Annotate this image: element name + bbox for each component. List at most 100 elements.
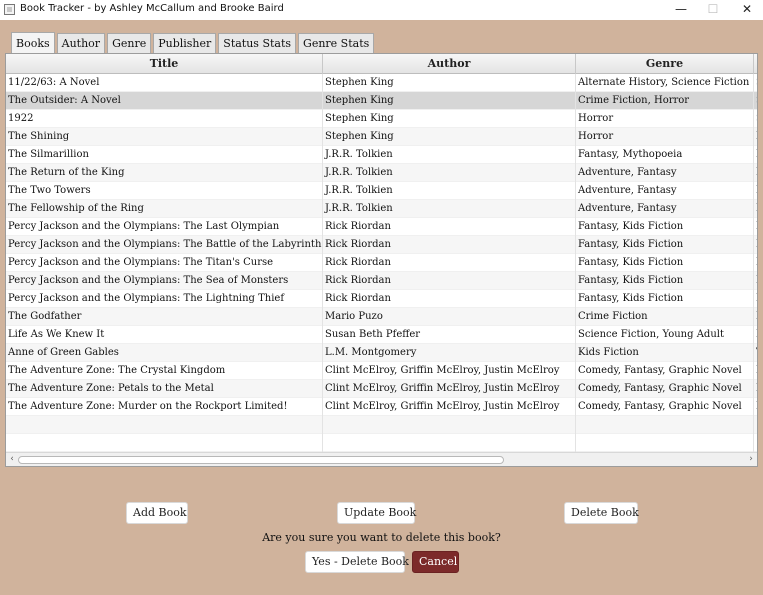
cell-next: D [754,236,757,254]
cell-next: D [754,272,757,290]
table-row[interactable]: 11/22/63: A Novel Stephen King Alternate H… [6,74,757,92]
table-row[interactable]: The Outsider: A Novel Stephen King Crime F… [6,92,757,110]
cell-next [754,434,757,452]
cell-title: The Godfather [6,308,323,326]
cell-next: D [754,218,757,236]
delete-book-button[interactable]: Delete Book [564,502,639,524]
table-row[interactable]: The Two Towers J.R.R. Tolkien Adventure, F… [6,182,757,200]
column-header-genre[interactable]: Genre [576,54,754,74]
table-row[interactable]: The Adventure Zone: Murder on the Rockpo… [6,398,757,416]
cell-next: D [754,290,757,308]
cell-genre: Comedy, Fantasy, Graphic Novel [576,398,754,416]
table-row[interactable] [6,434,757,452]
cell-genre: Comedy, Fantasy, Graphic Novel [576,380,754,398]
close-button[interactable]: ✕ [732,0,762,20]
table-body: 11/22/63: A Novel Stephen King Alternate H… [6,74,757,452]
scroll-left-icon[interactable]: ‹ [6,453,18,466]
tab-publisher[interactable]: Publisher [153,33,217,53]
table-row[interactable]: Percy Jackson and the Olympians: The Sea… [6,272,757,290]
tab-status-stats[interactable]: Status Stats [218,33,297,53]
cell-title: The Silmarillion [6,146,323,164]
cell-title: The Adventure Zone: The Crystal Kingdom [6,362,323,380]
cell-title [6,434,323,452]
cell-genre [576,416,754,434]
cell-genre: Horror [576,110,754,128]
cell-author: L.M. Montgomery [323,344,576,362]
cell-next: D [754,254,757,272]
tab-genre-stats[interactable]: Genre Stats [298,33,375,53]
column-header-author[interactable]: Author [323,54,576,74]
add-book-button[interactable]: Add Book [126,502,188,524]
cell-genre: Fantasy, Kids Fiction [576,254,754,272]
table-row[interactable]: Percy Jackson and the Olympians: The Lig… [6,290,757,308]
cell-author: Rick Riordan [323,290,576,308]
cell-next: T [754,344,757,362]
table-row[interactable]: The Adventure Zone: Petals to the Metal C… [6,380,757,398]
cell-genre: Alternate History, Science Fiction [576,74,754,92]
tab-genre[interactable]: Genre [107,33,152,53]
cell-genre: Horror [576,128,754,146]
cell-author: Stephen King [323,128,576,146]
table-row[interactable]: The ShiningStephen KingHorrorF [6,128,757,146]
cell-author: Stephen King [323,74,576,92]
cell-genre: Fantasy, Kids Fiction [576,290,754,308]
cell-genre [576,434,754,452]
cell-next: F [754,362,757,380]
cell-title: Percy Jackson and the Olympians: The Bat… [6,236,323,254]
cell-title: Percy Jackson and the Olympians: The Las… [6,218,323,236]
cell-title [6,416,323,434]
cell-next: F [754,146,757,164]
cell-author: Stephen King [323,92,576,110]
cell-title: Percy Jackson and the Olympians: The Sea… [6,272,323,290]
cell-author: Clint McElroy, Griffin McElroy, Justin M… [323,398,576,416]
table-row[interactable] [6,416,757,434]
cancel-button[interactable]: Cancel [412,551,459,573]
cell-author: J.R.R. Tolkien [323,182,576,200]
maximize-button[interactable]: ☐ [698,0,728,20]
table-row[interactable]: The Silmarillion J.R.R. Tolkien Fantasy, M… [6,146,757,164]
app-icon [4,4,15,15]
table-row[interactable]: Percy Jackson and the Olympians: The Bat… [6,236,757,254]
table-row[interactable]: The GodfatherMario PuzoCrime FictionF [6,308,757,326]
column-header-title[interactable]: Title [6,54,323,74]
update-book-button[interactable]: Update Book [337,502,416,524]
cell-next: F [754,200,757,218]
tab-author[interactable]: Author [56,33,106,53]
cell-next: F [754,380,757,398]
minimize-button[interactable]: — [666,0,696,20]
cell-title: The Outsider: A Novel [6,92,323,110]
scroll-thumb[interactable] [18,456,504,464]
table-row[interactable]: The Fellowship of the Ring J.R.R. Tolkien… [6,200,757,218]
cell-genre: Comedy, Fantasy, Graphic Novel [576,362,754,380]
column-header-next[interactable] [754,54,757,74]
table-row[interactable]: Anne of Green Gables L.M. Montgomery Kids … [6,344,757,362]
table-row[interactable]: The Return of the King J.R.R. Tolkien Adve… [6,164,757,182]
yes-delete-button[interactable]: Yes - Delete Book [305,551,409,573]
cell-author: Mario Puzo [323,308,576,326]
horizontal-scrollbar[interactable]: ‹ › [6,452,757,466]
cell-genre: Crime Fiction, Horror [576,92,754,110]
cell-author: Stephen King [323,110,576,128]
cell-genre: Fantasy, Kids Fiction [576,218,754,236]
table-row[interactable]: 1922Stephen KingHorrorS [6,110,757,128]
cell-genre: Adventure, Fantasy [576,164,754,182]
cell-genre: Fantasy, Kids Fiction [576,272,754,290]
cell-author: Rick Riordan [323,254,576,272]
tab-books[interactable]: Books [11,32,55,53]
cell-author: Clint McElroy, Griffin McElroy, Justin M… [323,362,576,380]
cell-title: 1922 [6,110,323,128]
table-row[interactable]: The Adventure Zone: The Crystal Kingdom C… [6,362,757,380]
scroll-right-icon[interactable]: › [745,453,757,466]
cell-title: The Fellowship of the Ring [6,200,323,218]
cell-next: F [754,308,757,326]
cell-next: S [754,92,757,110]
table-row[interactable]: Percy Jackson and the Olympians: The Tit… [6,254,757,272]
cell-title: The Adventure Zone: Petals to the Metal [6,380,323,398]
table-row[interactable]: Life As We Knew It Susan Beth Pfeffer Scie… [6,326,757,344]
cell-author [323,416,576,434]
cell-next: F [754,128,757,146]
cell-genre: Fantasy, Mythopoeia [576,146,754,164]
cell-title: The Adventure Zone: Murder on the Rockpo… [6,398,323,416]
cell-genre: Science Fiction, Young Adult [576,326,754,344]
table-row[interactable]: Percy Jackson and the Olympians: The Las… [6,218,757,236]
